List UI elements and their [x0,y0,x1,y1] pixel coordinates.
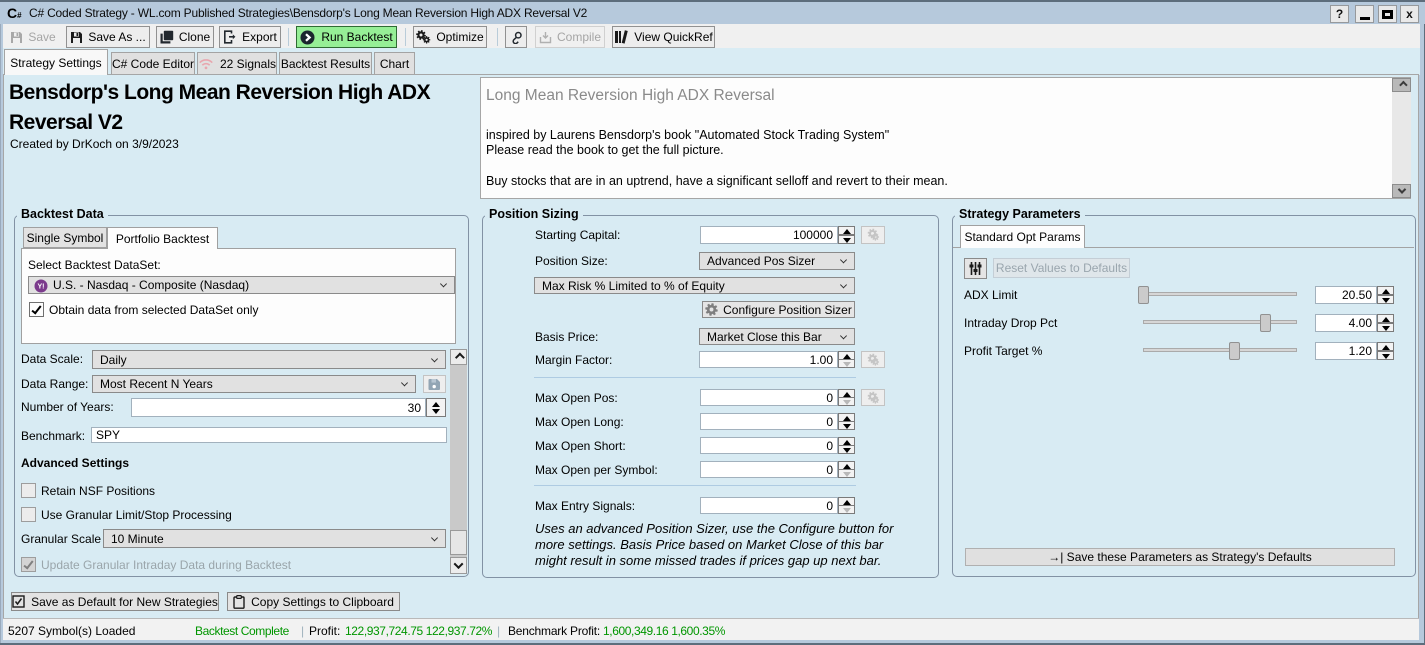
svg-text:Y!: Y! [38,284,45,291]
